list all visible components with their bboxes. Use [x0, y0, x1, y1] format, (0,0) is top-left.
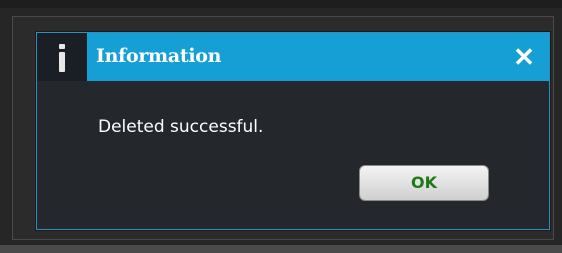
ok-button[interactable]: OK	[359, 165, 489, 201]
close-icon[interactable]: ✕	[513, 42, 535, 72]
information-dialog: Information ✕ Deleted successful. OK	[36, 32, 550, 230]
dialog-message: Deleted successful.	[98, 117, 264, 137]
dialog-title: Information	[96, 45, 222, 67]
info-icon	[59, 44, 65, 72]
dialog-titlebar: Information ✕	[37, 33, 549, 81]
close-button[interactable]: ✕	[509, 42, 539, 72]
info-icon-container	[37, 33, 87, 81]
